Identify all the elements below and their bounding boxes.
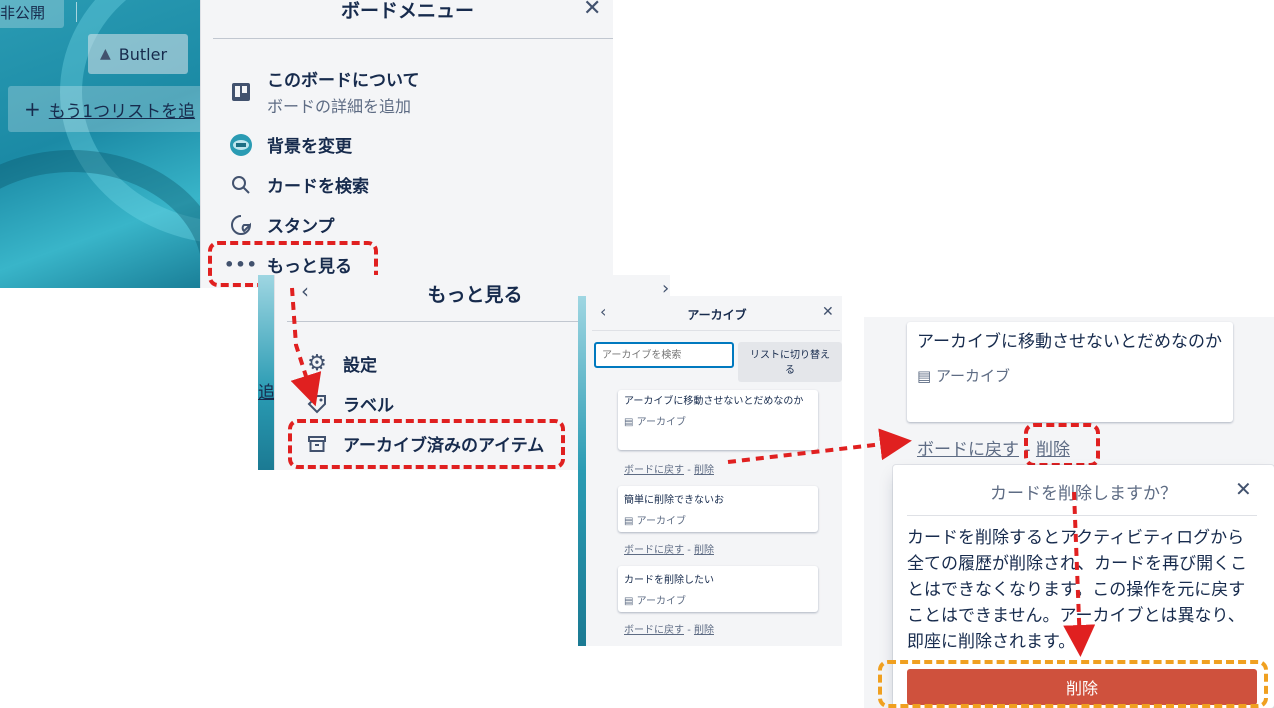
arrow-delete-to-zoom bbox=[727, 428, 912, 464]
arrow-more-to-archive bbox=[290, 287, 322, 407]
arrow-delete-to-confirm bbox=[1063, 491, 1096, 657]
annotation-arrows bbox=[290, 287, 1096, 657]
